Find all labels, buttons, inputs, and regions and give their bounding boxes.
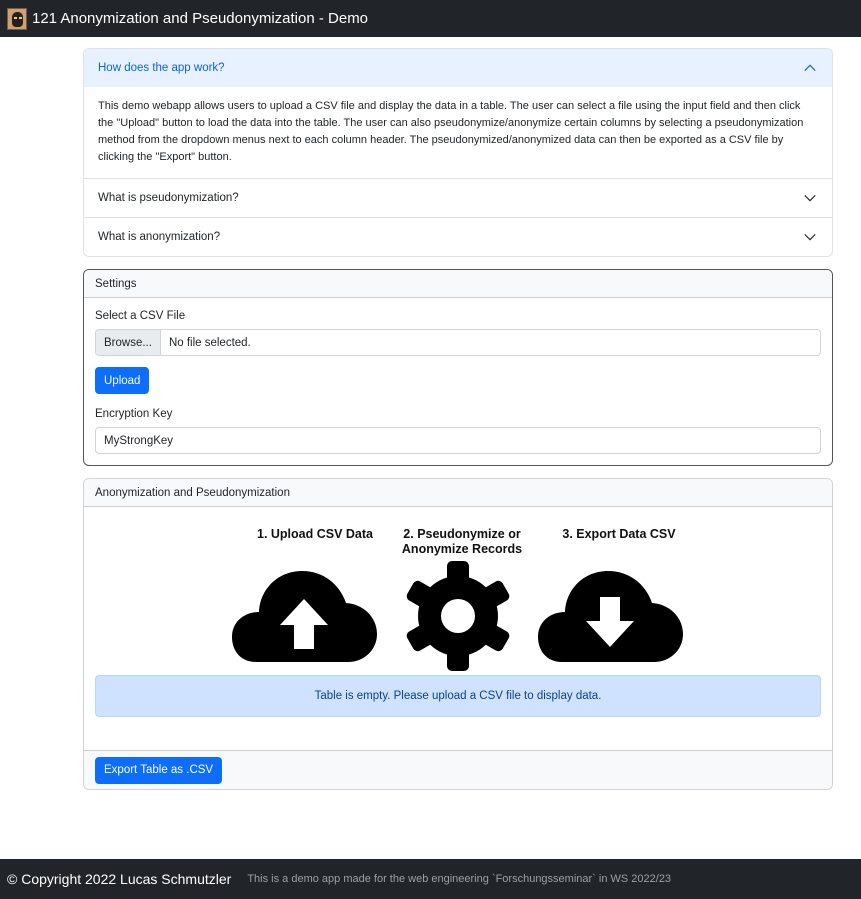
export-csv-button[interactable]: Export Table as .CSV <box>95 756 223 784</box>
encryption-key-input[interactable] <box>95 427 821 454</box>
chevron-down-icon <box>802 190 818 206</box>
accordion-title: What is anonymization? <box>98 231 221 243</box>
chevron-down-icon <box>802 229 818 245</box>
faq-accordion: How does the app work? This demo webapp … <box>83 48 833 257</box>
step-1-title: 1. Upload CSV Data <box>257 527 373 541</box>
main-content: How does the app work? This demo webapp … <box>83 48 833 790</box>
accordion-title: How does the app work? <box>98 62 225 74</box>
step-2-title: 2. Pseudonymize or Anonymize Records <box>401 527 523 556</box>
accordion-header-pseudonymization[interactable]: What is pseudonymization? <box>84 179 832 217</box>
chevron-up-icon <box>802 60 818 76</box>
accordion-body-how-it-works: This demo webapp allows users to upload … <box>84 87 832 179</box>
copyright-text: © Copyright 2022 Lucas Schmutzler <box>7 871 232 887</box>
cloud-download-icon <box>538 571 683 662</box>
cloud-upload-icon <box>232 571 377 662</box>
workflow-steps: 1. Upload CSV Data 2. Pseudonymize or An… <box>95 507 821 675</box>
browse-button[interactable]: Browse... <box>96 330 161 355</box>
title-bar: 121 Anonymization and Pseudonymization -… <box>0 0 861 37</box>
anonymization-header: Anonymization and Pseudonymization <box>84 479 832 507</box>
settings-header: Settings <box>84 270 832 298</box>
csv-file-input[interactable]: Browse... No file selected. <box>95 329 821 356</box>
empty-table-alert: Table is empty. Please upload a CSV file… <box>95 675 821 717</box>
encryption-key-label: Encryption Key <box>95 408 173 420</box>
upload-button[interactable]: Upload <box>95 367 150 394</box>
file-status: No file selected. <box>168 336 251 349</box>
accordion-header-anonymization[interactable]: What is anonymization? <box>84 218 832 256</box>
accordion-header-how-it-works[interactable]: How does the app work? <box>84 49 832 87</box>
page-footer: © Copyright 2022 Lucas Schmutzler This i… <box>0 859 861 899</box>
gear-icon <box>406 561 510 671</box>
user-avatar-icon <box>7 7 27 30</box>
file-label: Select a CSV File <box>95 310 186 322</box>
accordion-title: What is pseudonymization? <box>98 192 239 204</box>
step-3-title: 3. Export Data CSV <box>562 527 676 541</box>
footer-note: This is a demo app made for the web engi… <box>247 873 672 885</box>
window-title: 121 Anonymization and Pseudonymization -… <box>32 10 369 27</box>
anonymization-card: Anonymization and Pseudonymization 1. Up… <box>83 478 833 790</box>
settings-card: Settings Select a CSV File Browse... No … <box>83 269 833 466</box>
